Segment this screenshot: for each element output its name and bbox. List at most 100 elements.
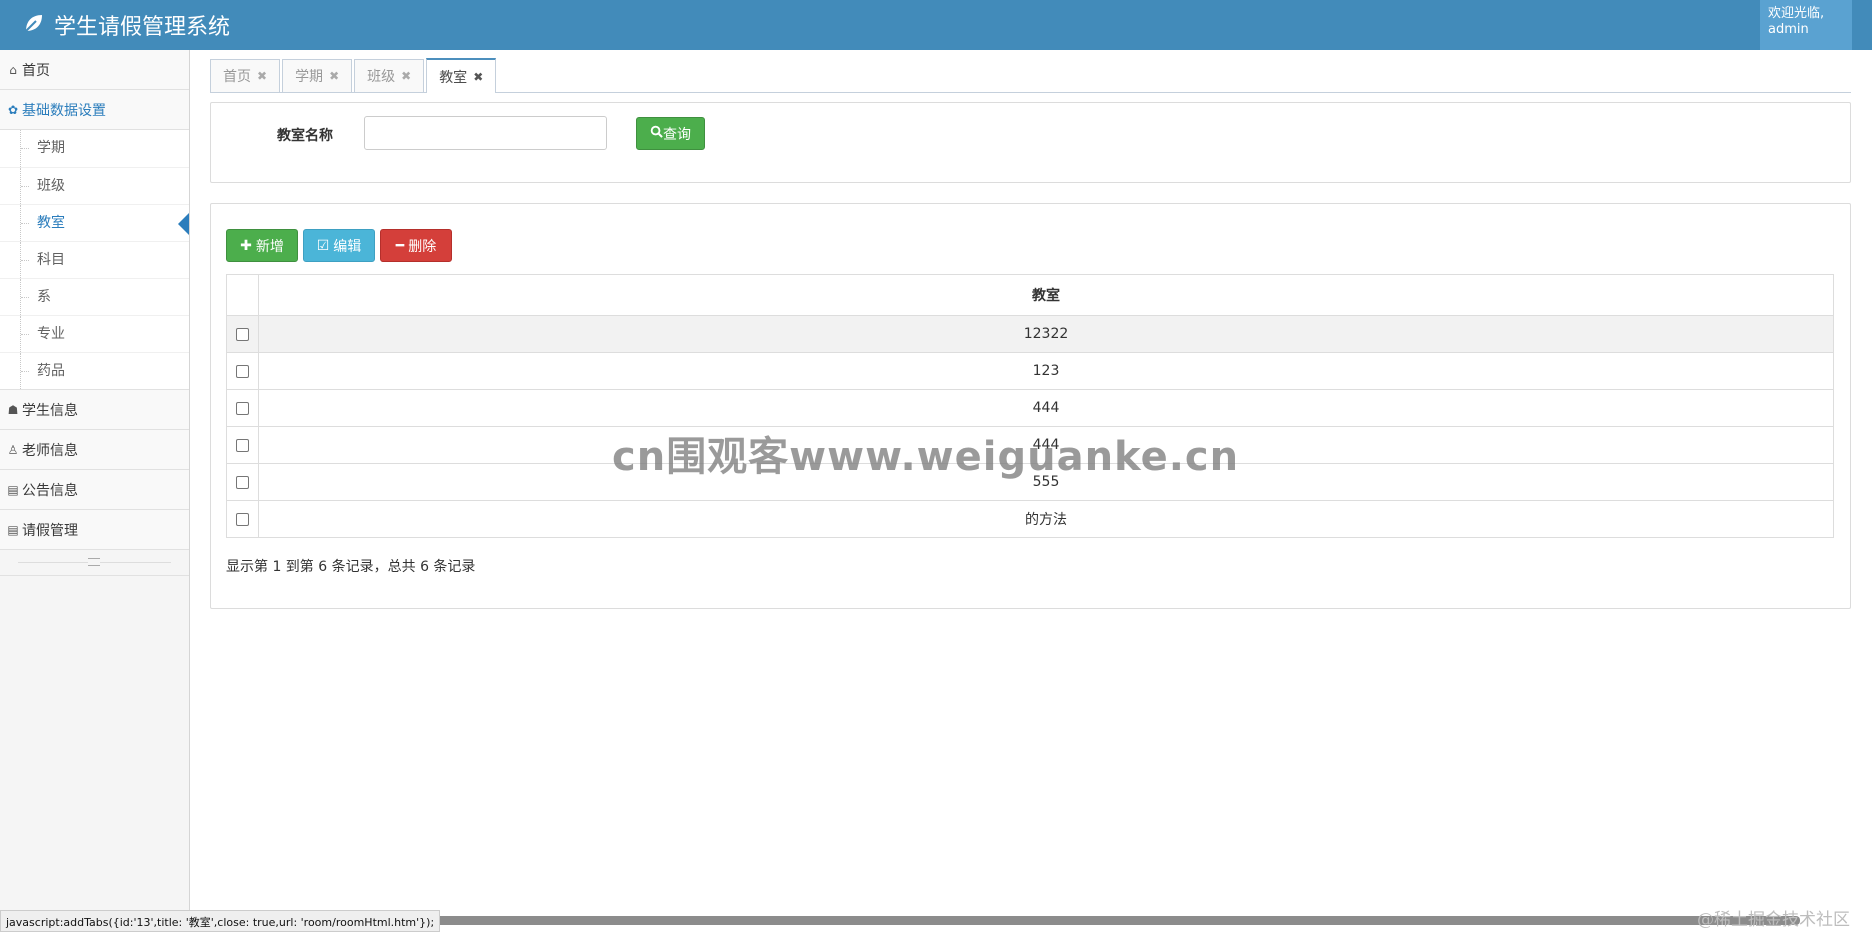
sidebar-item-teachers[interactable]: ♙ 老师信息	[0, 430, 189, 470]
gear-icon: ✿	[7, 102, 19, 117]
sidebar-item-label: 首页	[22, 62, 50, 79]
sidebar-item-label: 老师信息	[22, 442, 78, 459]
row-checkbox-cell	[226, 352, 259, 390]
table-row[interactable]: 444	[226, 389, 1834, 427]
user-icon: ♙	[7, 442, 19, 457]
submenu-item-semester[interactable]: 学期	[0, 130, 189, 167]
document-icon: ▤	[7, 482, 19, 497]
users-icon: ☗	[7, 402, 19, 417]
submenu-label: 学期	[37, 140, 65, 156]
classroom-table: 教室 12322 123 444 444 555 的方法	[226, 274, 1834, 538]
column-header-classroom[interactable]: 教室	[258, 274, 1834, 316]
delete-button[interactable]: ━ 删除	[380, 229, 452, 262]
tab-label: 教室	[439, 69, 468, 86]
table-panel: ✚ 新增 ☑ 编辑 ━ 删除 教室 12322 123 444 444 555 …	[210, 203, 1851, 609]
submenu-label: 教室	[37, 215, 65, 231]
table-row[interactable]: 的方法	[226, 500, 1834, 538]
sidebar-item-notices[interactable]: ▤ 公告信息	[0, 470, 189, 510]
plus-icon: ✚	[240, 237, 252, 254]
tab-label: 首页	[223, 69, 251, 85]
row-checkbox[interactable]	[236, 364, 249, 378]
sidebar: ⌂ 首页 ✿ 基础数据设置 学期 班级 教室 科目 系 专业 药品 ☗ 学生信息…	[0, 50, 190, 932]
tab-class[interactable]: 班级 ✖	[354, 59, 425, 92]
add-button-label: 新增	[255, 238, 284, 255]
table-row[interactable]: 123	[226, 352, 1834, 390]
browser-status-bar: javascript:addTabs({id:'13',title: '教室',…	[0, 910, 441, 932]
home-icon: ⌂	[9, 62, 17, 77]
tab-semester[interactable]: 学期 ✖	[282, 59, 353, 92]
toolbar: ✚ 新增 ☑ 编辑 ━ 删除	[226, 229, 457, 262]
close-icon[interactable]: ✖	[257, 69, 267, 83]
tab-label: 学期	[295, 69, 324, 85]
edit-icon: ☑	[316, 237, 330, 254]
submenu-label: 专业	[37, 326, 65, 342]
tab-bar: 首页 ✖ 学期 ✖ 班级 ✖ 教室 ✖	[210, 58, 1851, 93]
query-button[interactable]: 查询	[636, 117, 705, 150]
close-icon[interactable]: ✖	[401, 69, 411, 83]
table-header-row: 教室	[226, 274, 1834, 316]
brand[interactable]: 学生请假管理系统	[22, 9, 230, 41]
sidebar-item-label: 基础数据设置	[22, 102, 106, 119]
submenu-label: 系	[37, 289, 51, 305]
welcome-text: 欢迎光临,	[1768, 6, 1825, 21]
sidebar-collapse-toggle[interactable]	[0, 550, 189, 576]
submenu-item-major[interactable]: 专业	[0, 315, 189, 352]
classroom-cell: 12322	[258, 315, 1834, 353]
basic-data-submenu: 学期 班级 教室 科目 系 专业 药品	[0, 130, 189, 390]
row-checkbox-cell	[226, 426, 259, 464]
tab-classroom[interactable]: 教室 ✖	[426, 58, 497, 93]
tab-label: 班级	[367, 69, 396, 85]
delete-button-label: 删除	[408, 238, 437, 255]
submenu-item-classroom[interactable]: 教室	[0, 204, 189, 241]
close-icon[interactable]: ✖	[329, 69, 339, 83]
submenu-label: 班级	[37, 178, 65, 194]
sidebar-item-students[interactable]: ☗ 学生信息	[0, 390, 189, 430]
classroom-name-label: 教室名称	[277, 128, 333, 144]
search-icon	[650, 125, 663, 142]
row-checkbox[interactable]	[236, 401, 249, 415]
horizontal-scrollbar[interactable]	[410, 916, 1800, 925]
submenu-item-medicine[interactable]: 药品	[0, 352, 189, 389]
top-navbar: 学生请假管理系统 欢迎光临, admin	[0, 0, 1872, 50]
classroom-name-input[interactable]	[364, 116, 607, 150]
row-checkbox-cell	[226, 500, 259, 538]
app-title: 学生请假管理系统	[54, 15, 231, 40]
query-button-label: 查询	[663, 126, 691, 143]
submenu-label: 药品	[37, 363, 65, 379]
submenu-label: 科目	[37, 252, 65, 268]
classroom-cell: 444	[258, 389, 1834, 427]
row-checkbox-cell	[226, 315, 259, 353]
table-row[interactable]: 12322	[226, 315, 1834, 353]
sidebar-item-basic-data[interactable]: ✿ 基础数据设置	[0, 90, 189, 130]
row-checkbox-cell	[226, 463, 259, 501]
user-menu[interactable]: 欢迎光临, admin	[1760, 0, 1852, 50]
tab-home[interactable]: 首页 ✖	[210, 59, 281, 92]
sidebar-item-label: 公告信息	[22, 482, 78, 499]
sidebar-item-label: 学生信息	[22, 402, 78, 419]
row-checkbox[interactable]	[236, 475, 249, 489]
pagination-info: 显示第 1 到第 6 条记录，总共 6 条记录	[226, 559, 476, 575]
search-panel: 教室名称 查询	[210, 102, 1851, 183]
credit-watermark: @稀土掘金技术社区	[1697, 910, 1850, 930]
submenu-item-department[interactable]: 系	[0, 278, 189, 315]
sidebar-item-leave[interactable]: ▤ 请假管理	[0, 510, 189, 550]
submenu-item-subject[interactable]: 科目	[0, 241, 189, 278]
edit-button-label: 编辑	[333, 238, 362, 255]
sidebar-item-label: 请假管理	[22, 522, 78, 539]
collapse-handle-icon	[88, 558, 100, 566]
minus-icon: ━	[395, 237, 405, 254]
classroom-cell: 的方法	[258, 500, 1834, 538]
close-icon[interactable]: ✖	[473, 70, 483, 84]
row-checkbox[interactable]	[236, 327, 249, 341]
row-checkbox[interactable]	[236, 512, 249, 526]
select-all-header	[226, 274, 259, 316]
row-checkbox[interactable]	[236, 438, 249, 452]
watermark: cn围观客www.weiguanke.cn	[612, 434, 1240, 480]
edit-button[interactable]: ☑ 编辑	[303, 229, 375, 262]
row-checkbox-cell	[226, 389, 259, 427]
submenu-item-class[interactable]: 班级	[0, 167, 189, 204]
sidebar-item-home[interactable]: ⌂ 首页	[0, 50, 189, 90]
classroom-cell: 123	[258, 352, 1834, 390]
add-button[interactable]: ✚ 新增	[226, 229, 298, 262]
document-icon: ▤	[7, 522, 19, 537]
